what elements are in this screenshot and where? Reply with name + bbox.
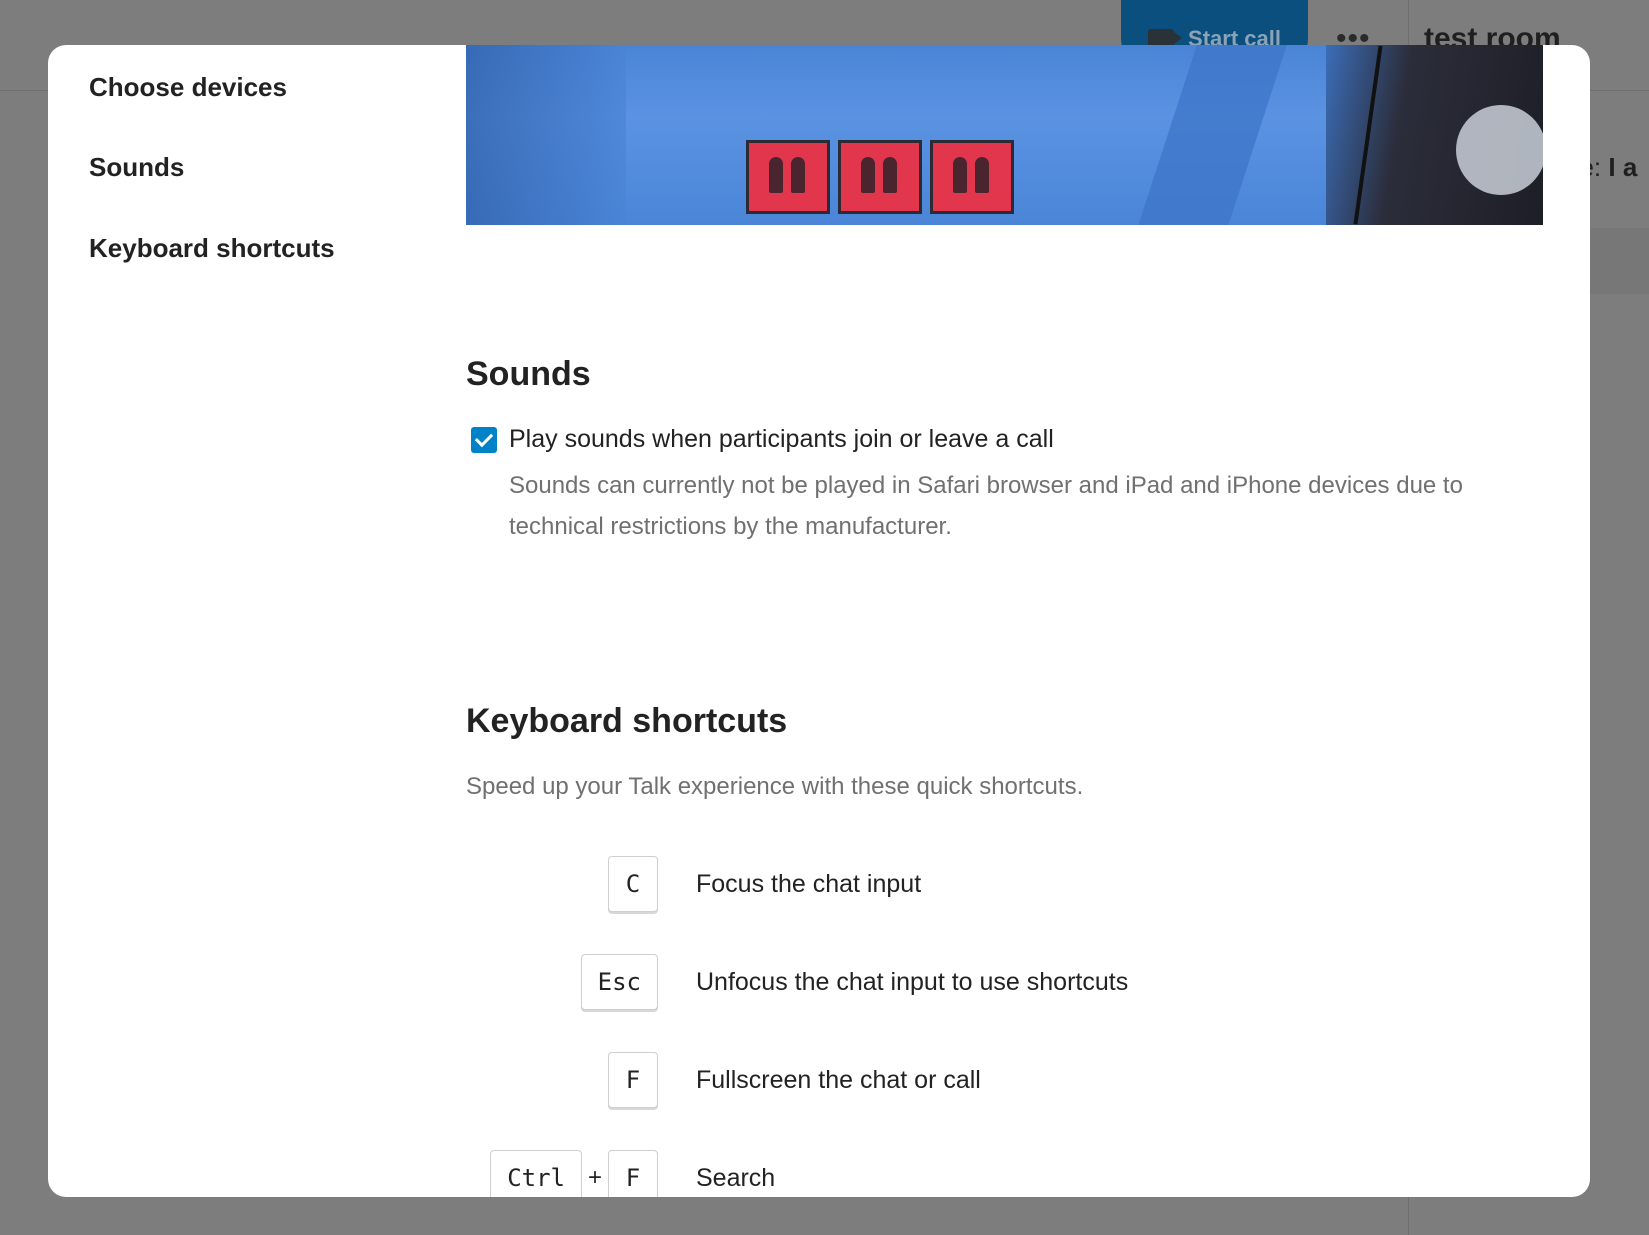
camera-preview-fold <box>1128 45 1294 225</box>
nav-item-choose-devices[interactable]: Choose devices <box>89 72 287 103</box>
shirt-logo-panel <box>838 140 922 214</box>
play-sounds-label[interactable]: Play sounds when participants join or le… <box>509 425 1054 454</box>
camera-preview-shade <box>466 45 626 225</box>
shortcut-row: F Fullscreen the chat or call <box>466 1051 1466 1109</box>
shortcut-keys: Ctrl + F <box>490 1149 658 1197</box>
key-f: F <box>608 1150 658 1197</box>
camera-preview <box>466 45 1543 225</box>
shortcut-row: Esc Unfocus the chat input to use shortc… <box>466 953 1466 1011</box>
keyboard-shortcuts-heading: Keyboard shortcuts <box>466 702 788 740</box>
key-ctrl: Ctrl <box>490 1150 582 1197</box>
background-right-snippet-bold: I a <box>1608 152 1638 182</box>
shortcut-label: Fullscreen the chat or call <box>696 1065 981 1094</box>
key-esc: Esc <box>580 954 658 1010</box>
sounds-heading: Sounds <box>466 355 591 393</box>
shortcut-label: Focus the chat input <box>696 869 922 898</box>
shortcut-row: Ctrl + F Search <box>466 1149 1466 1197</box>
shirt-logo-panel <box>930 140 1014 214</box>
key-f: F <box>608 1052 658 1108</box>
settings-modal: Choose devices Sounds Keyboard shortcuts… <box>48 45 1590 1197</box>
shirt-logo-panel <box>746 140 830 214</box>
shortcut-label: Unfocus the chat input to use shortcuts <box>696 967 1129 996</box>
key-plus: + <box>587 1164 602 1191</box>
shortcut-label: Search <box>696 1163 776 1192</box>
sounds-hint: Sounds can currently not be played in Sa… <box>509 472 1463 540</box>
nav-item-keyboard-shortcuts[interactable]: Keyboard shortcuts <box>89 233 335 264</box>
play-sounds-option[interactable]: Play sounds when participants join or le… <box>466 425 1054 454</box>
camera-preview-hand <box>1456 105 1543 195</box>
key-c: C <box>608 856 658 912</box>
play-sounds-checkbox[interactable] <box>471 426 497 453</box>
settings-content: Sounds Play sounds when participants joi… <box>466 45 1546 1197</box>
shortcut-keys: Esc <box>580 953 658 1011</box>
shortcut-keys: C <box>608 855 658 913</box>
shirt-logo <box>746 140 1014 214</box>
shortcut-keys: F <box>608 1051 658 1109</box>
nav-item-sounds[interactable]: Sounds <box>89 152 184 183</box>
shortcut-row: C Focus the chat input <box>466 855 1466 913</box>
keyboard-shortcuts-subtitle: Speed up your Talk experience with these… <box>466 773 1084 800</box>
